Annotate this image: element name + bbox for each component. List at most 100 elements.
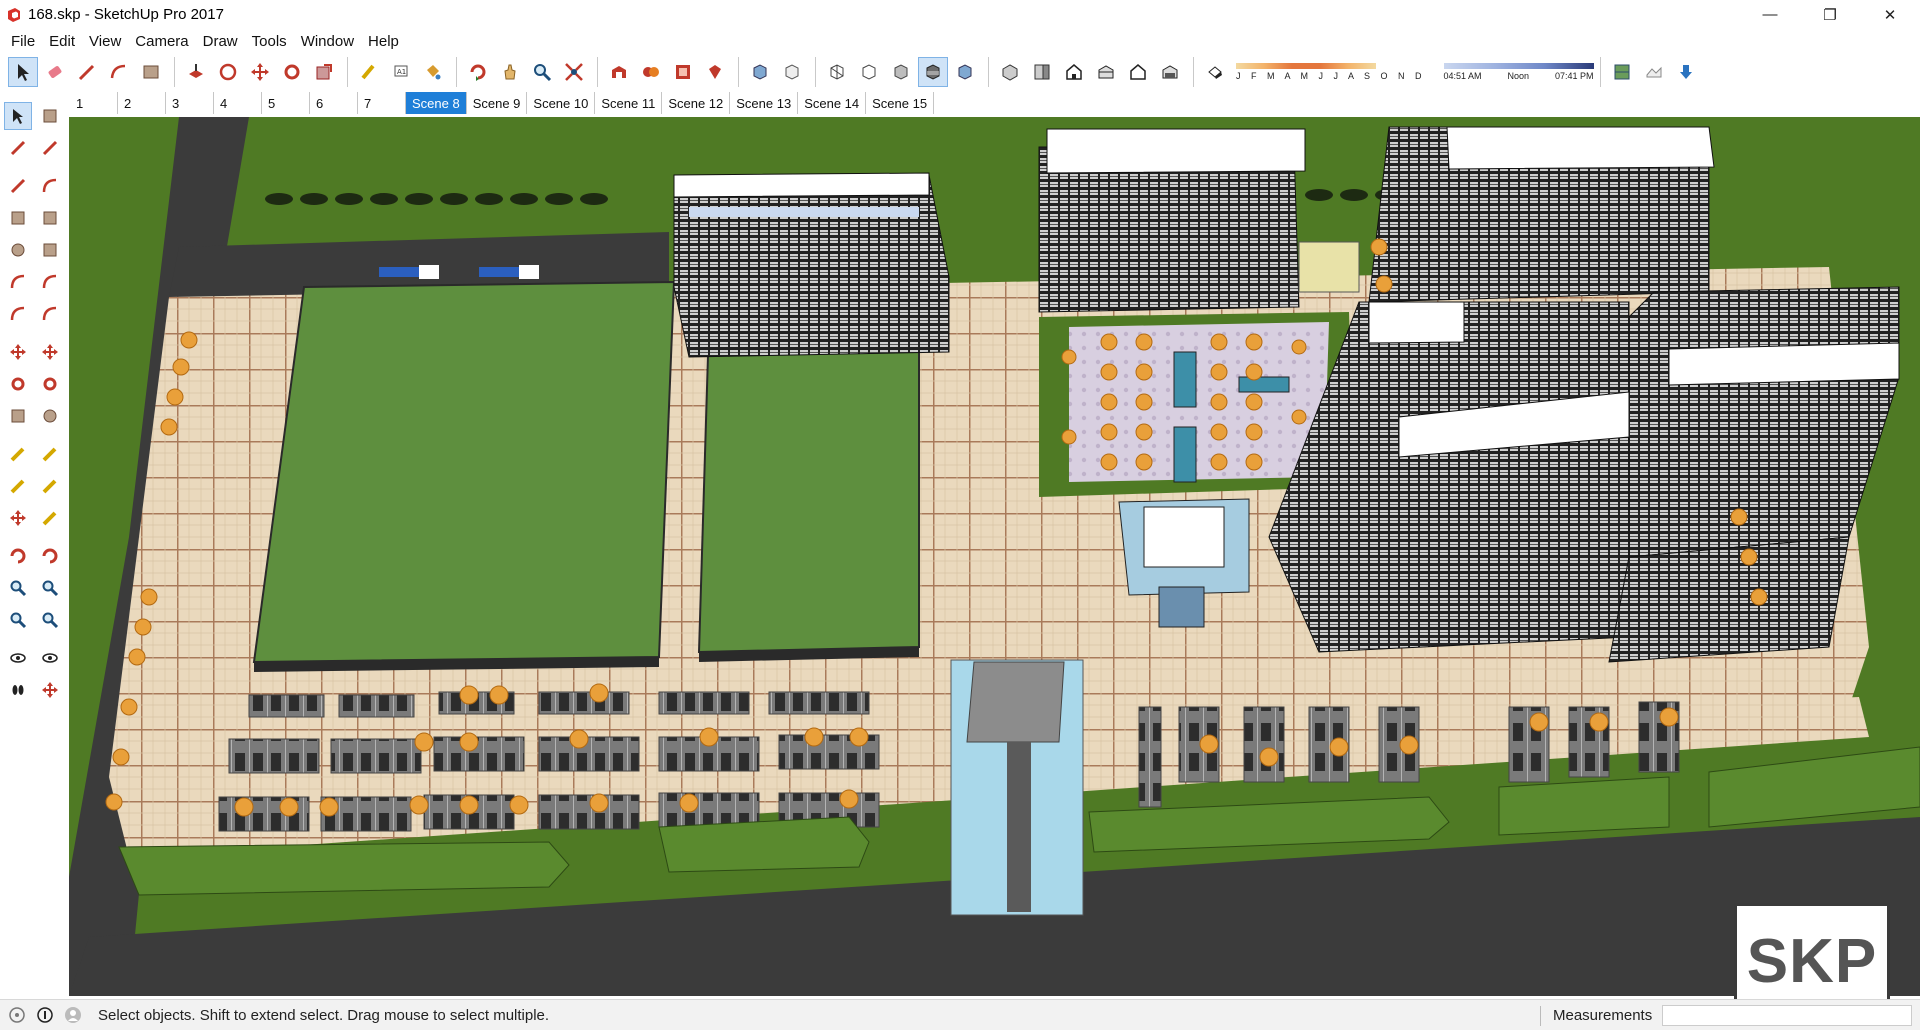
walk-icon[interactable] [4, 676, 32, 704]
scene-tab-scene-8[interactable]: Scene 8 [406, 92, 467, 114]
paint-bucket-icon[interactable] [4, 134, 32, 162]
minimize-button[interactable]: — [1740, 0, 1800, 29]
position-camera-icon[interactable] [4, 644, 32, 672]
menu-view[interactable]: View [82, 33, 128, 50]
scene-tab-scene-9[interactable]: Scene 9 [467, 92, 528, 114]
rectangle-icon[interactable] [136, 57, 166, 87]
hidden-line-icon[interactable] [854, 57, 884, 87]
site-model-render[interactable] [69, 117, 1920, 996]
rotate-icon[interactable] [277, 57, 307, 87]
two-point-arc-icon[interactable] [36, 268, 64, 296]
3d-viewport[interactable] [69, 117, 1920, 996]
rotate-icon[interactable] [4, 370, 32, 398]
zoom-icon[interactable] [527, 57, 557, 87]
menu-window[interactable]: Window [294, 33, 361, 50]
paint-bucket-icon[interactable] [418, 57, 448, 87]
section-plane-icon[interactable] [36, 676, 64, 704]
scene-tab-2[interactable]: 2 [118, 92, 166, 114]
arc-icon[interactable] [4, 268, 32, 296]
scene-tab-scene-10[interactable]: Scene 10 [527, 92, 596, 114]
restore-button[interactable]: ❐ [1800, 0, 1860, 29]
move-icon[interactable] [245, 57, 275, 87]
axes-icon[interactable] [4, 504, 32, 532]
previous-view-icon[interactable] [36, 606, 64, 634]
select-icon[interactable] [8, 57, 38, 87]
zoom-extents-icon[interactable] [4, 606, 32, 634]
extension-warehouse-icon[interactable] [636, 57, 666, 87]
warehouse-icon[interactable] [604, 57, 634, 87]
top-view-icon[interactable] [1027, 57, 1057, 87]
shadow-month-slider[interactable]: J F M A M J J A S O N D [1236, 63, 1426, 81]
menu-file[interactable]: File [4, 33, 42, 50]
orbit-icon[interactable] [463, 57, 493, 87]
tape-measure-icon[interactable] [354, 57, 384, 87]
iso-view-icon[interactable] [995, 57, 1025, 87]
front-view-icon[interactable] [1059, 57, 1089, 87]
measurements-input[interactable] [1662, 1005, 1912, 1026]
scene-tab-5[interactable]: 5 [262, 92, 310, 114]
rectangle-icon[interactable] [4, 204, 32, 232]
ruby-icon[interactable] [700, 57, 730, 87]
shaded-icon[interactable] [886, 57, 916, 87]
zoom-extents-icon[interactable] [559, 57, 589, 87]
move-icon[interactable] [4, 338, 32, 366]
freehand-icon[interactable] [36, 172, 64, 200]
shaded-textures-icon[interactable] [918, 57, 948, 87]
scene-tab-scene-12[interactable]: Scene 12 [662, 92, 731, 114]
zoom-window-icon[interactable] [36, 574, 64, 602]
arc-icon[interactable] [104, 57, 134, 87]
monochrome-icon[interactable] [950, 57, 980, 87]
credits-icon[interactable] [34, 1004, 56, 1026]
geo-location-icon[interactable] [6, 1004, 28, 1026]
component-icon[interactable] [36, 102, 64, 130]
polygon-icon[interactable] [36, 236, 64, 264]
scene-tab-1[interactable]: 1 [70, 92, 118, 114]
scene-tab-scene-13[interactable]: Scene 13 [730, 92, 799, 114]
tape-measure-icon[interactable] [4, 440, 32, 468]
scene-tab-3[interactable]: 3 [166, 92, 214, 114]
back-edges-icon[interactable] [777, 57, 807, 87]
shadow-time-slider[interactable]: 04:51 AM Noon 07:41 PM [1443, 63, 1594, 81]
scene-tab-scene-14[interactable]: Scene 14 [798, 92, 867, 114]
line-icon[interactable] [72, 57, 102, 87]
scene-tab-scene-11[interactable]: Scene 11 [595, 92, 663, 114]
scene-tab-7[interactable]: 7 [358, 92, 406, 114]
back-view-icon[interactable] [1123, 57, 1153, 87]
pie-icon[interactable] [36, 300, 64, 328]
offset-icon[interactable] [213, 57, 243, 87]
text-icon[interactable]: A1 [386, 57, 416, 87]
scene-tab-6[interactable]: 6 [310, 92, 358, 114]
xray-icon[interactable] [745, 57, 775, 87]
shadows-toggle-icon[interactable] [1200, 57, 1230, 87]
scene-tab-4[interactable]: 4 [214, 92, 262, 114]
eraser-icon[interactable] [40, 57, 70, 87]
pan-icon[interactable] [36, 542, 64, 570]
push-pull-icon[interactable] [181, 57, 211, 87]
layout-icon[interactable] [668, 57, 698, 87]
push-pull-icon[interactable] [36, 338, 64, 366]
wireframe-icon[interactable] [822, 57, 852, 87]
photo-textures-icon[interactable] [1671, 57, 1701, 87]
menu-help[interactable]: Help [361, 33, 406, 50]
month-slider-track[interactable] [1236, 63, 1376, 69]
orbit-icon[interactable] [4, 542, 32, 570]
scale-icon[interactable] [4, 402, 32, 430]
add-location-icon[interactable] [1607, 57, 1637, 87]
right-view-icon[interactable] [1091, 57, 1121, 87]
follow-me-icon[interactable] [36, 370, 64, 398]
zoom-icon[interactable] [4, 574, 32, 602]
menu-tools[interactable]: Tools [245, 33, 294, 50]
rotated-rectangle-icon[interactable] [36, 204, 64, 232]
menu-camera[interactable]: Camera [128, 33, 195, 50]
circle-icon[interactable] [4, 236, 32, 264]
menu-edit[interactable]: Edit [42, 33, 82, 50]
left-view-icon[interactable] [1155, 57, 1185, 87]
line-icon[interactable] [4, 172, 32, 200]
select-icon[interactable] [4, 102, 32, 130]
protractor-icon[interactable] [4, 472, 32, 500]
close-button[interactable]: ✕ [1860, 0, 1920, 29]
3d-text-icon[interactable] [36, 504, 64, 532]
scale-icon[interactable] [309, 57, 339, 87]
dimension-icon[interactable] [36, 440, 64, 468]
offset-icon[interactable] [36, 402, 64, 430]
